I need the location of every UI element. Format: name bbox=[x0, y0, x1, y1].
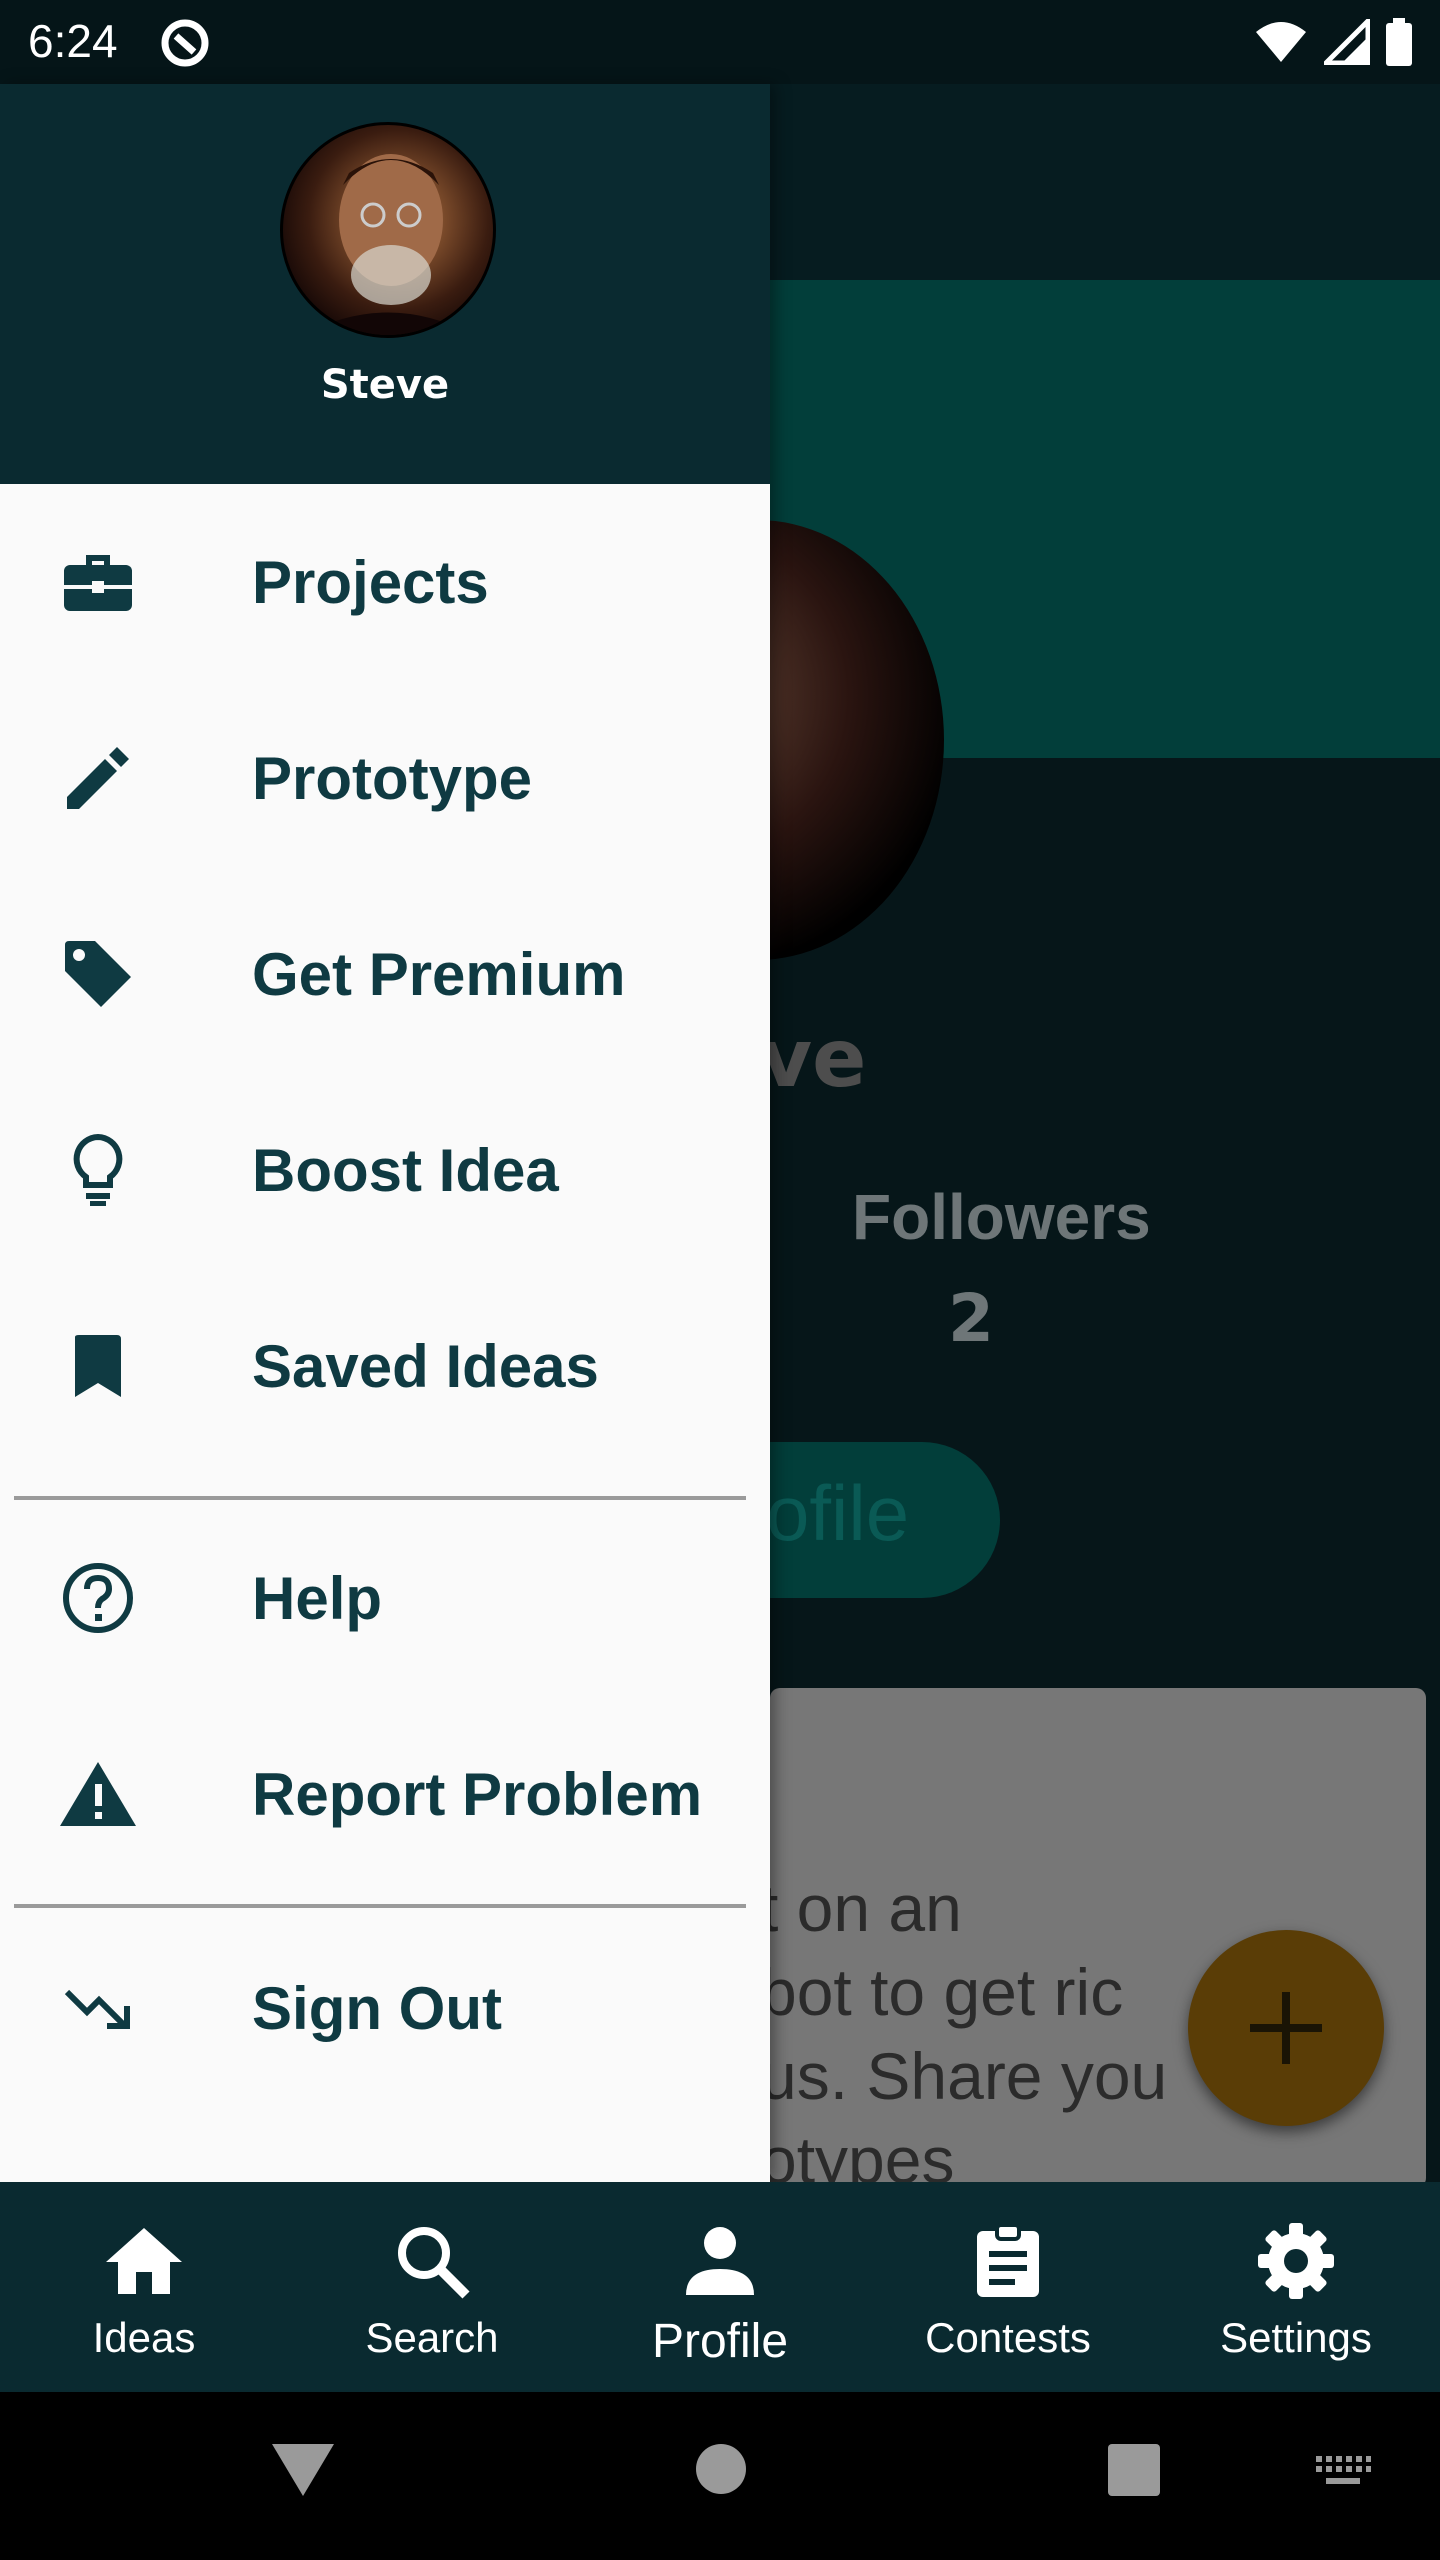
idea-card-text: t on an bot to get ric us. Share you oty… bbox=[760, 1866, 1240, 2188]
menu-label: Saved Ideas bbox=[252, 1332, 599, 1400]
home-button[interactable] bbox=[694, 2442, 748, 2500]
nav-item-profile[interactable]: Profile bbox=[576, 2182, 864, 2392]
tag-icon bbox=[58, 934, 138, 1014]
followers-count: 2 bbox=[948, 1280, 994, 1357]
menu-label: Boost Idea bbox=[252, 1136, 559, 1204]
battery-icon bbox=[1386, 18, 1412, 66]
sync-icon bbox=[160, 18, 210, 68]
status-icons bbox=[1254, 16, 1412, 68]
nav-item-contests[interactable]: Contests bbox=[864, 2182, 1152, 2392]
lightbulb-icon bbox=[58, 1130, 138, 1210]
menu-label: Help bbox=[252, 1564, 383, 1632]
nav-label: Contests bbox=[925, 2314, 1091, 2361]
nav-label: Settings bbox=[1220, 2314, 1372, 2361]
menu-divider bbox=[14, 1904, 746, 1908]
back-triangle-icon bbox=[272, 2444, 334, 2496]
signal-icon bbox=[1324, 19, 1370, 65]
idea-card-line: otypes bbox=[760, 2123, 955, 2188]
avatar[interactable] bbox=[280, 122, 496, 338]
menu-item-get-premium[interactable]: Get Premium bbox=[0, 876, 770, 1072]
menu-item-saved-ideas[interactable]: Saved Ideas bbox=[0, 1268, 770, 1464]
briefcase-icon bbox=[58, 542, 138, 622]
idea-card-line: bot to get ric bbox=[760, 1955, 1124, 2029]
menu-item-sign-out[interactable]: Sign Out bbox=[0, 1910, 770, 2106]
profile-name: ve bbox=[760, 1012, 867, 1105]
add-idea-fab[interactable] bbox=[1188, 1930, 1384, 2126]
recents-square-icon bbox=[1108, 2444, 1160, 2496]
nav-item-settings[interactable]: Settings bbox=[1152, 2182, 1440, 2392]
nav-label: Ideas bbox=[92, 2314, 196, 2361]
menu-label: Prototype bbox=[252, 744, 533, 812]
home-icon bbox=[99, 2216, 189, 2306]
menu-label: Report Problem bbox=[252, 1760, 703, 1828]
menu-item-help[interactable]: Help bbox=[0, 1500, 770, 1696]
bookmark-icon bbox=[58, 1326, 138, 1406]
bottom-navigation: Ideas Search Profile Contests Settings bbox=[0, 2182, 1440, 2392]
menu-label: Sign Out bbox=[252, 1974, 502, 2042]
keyboard-icon bbox=[1316, 2456, 1371, 2484]
help-circle-icon bbox=[58, 1558, 138, 1638]
idea-card-line: us. Share you bbox=[760, 2039, 1168, 2113]
status-time: 6:24 bbox=[28, 15, 118, 67]
nav-item-search[interactable]: Search bbox=[288, 2182, 576, 2392]
plus-icon bbox=[1250, 1992, 1322, 2064]
menu-item-projects[interactable]: Projects bbox=[0, 484, 770, 680]
menu-item-boost-idea[interactable]: Boost Idea bbox=[0, 1072, 770, 1268]
gear-icon bbox=[1251, 2216, 1341, 2306]
drawer-user-name: Steve bbox=[320, 362, 450, 408]
drawer-header: Steve bbox=[0, 84, 770, 484]
navigation-drawer: Steve Projects Prototype Get Premium Boo… bbox=[0, 84, 770, 2182]
idea-card-line: t on an bbox=[760, 1871, 962, 1945]
pencil-icon bbox=[58, 738, 138, 818]
trending-down-icon bbox=[58, 1968, 138, 2048]
nav-label: Search bbox=[365, 2314, 499, 2361]
clipboard-icon bbox=[963, 2216, 1053, 2306]
nav-label: Profile bbox=[651, 2315, 789, 2368]
status-bar: 6:24 bbox=[0, 0, 1440, 84]
menu-item-prototype[interactable]: Prototype bbox=[0, 680, 770, 876]
edit-profile-button-label: ofile bbox=[766, 1469, 910, 1557]
recents-button[interactable] bbox=[1106, 2442, 1162, 2502]
nav-item-ideas[interactable]: Ideas bbox=[0, 2182, 288, 2392]
home-circle-icon bbox=[696, 2444, 746, 2494]
wifi-icon bbox=[1256, 22, 1306, 62]
menu-label: Projects bbox=[252, 548, 489, 616]
keyboard-button[interactable] bbox=[1314, 2454, 1372, 2492]
search-icon bbox=[387, 2216, 477, 2306]
menu-item-report-problem[interactable]: Report Problem bbox=[0, 1696, 770, 1892]
system-nav-bar bbox=[0, 2392, 1440, 2560]
menu-label: Get Premium bbox=[252, 940, 626, 1008]
person-icon bbox=[675, 2216, 765, 2306]
followers-label: Followers bbox=[852, 1181, 1151, 1253]
back-button[interactable] bbox=[270, 2442, 336, 2502]
warning-icon bbox=[58, 1754, 138, 1834]
